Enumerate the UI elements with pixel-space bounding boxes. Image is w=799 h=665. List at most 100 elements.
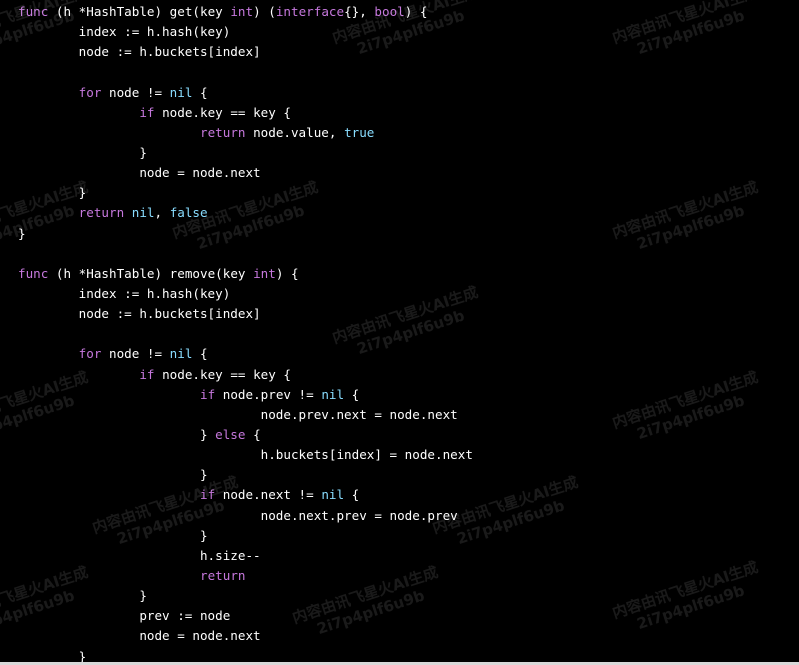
code-line: for node != nil { <box>18 83 473 103</box>
code-token-plain: (h *HashTable) remove(key <box>48 265 254 281</box>
code-token-plain: node.prev != <box>215 386 322 402</box>
code-token-plain: node != <box>101 346 170 362</box>
code-line: node.prev.next = node.next <box>18 405 473 425</box>
watermark-line-1: 内容由讯飞星火AI生成 <box>610 177 761 243</box>
code-token-plain: h.size-- <box>18 547 261 563</box>
watermark-stamp: 内容由讯飞星火AI生成 2i7p4plf6u9b <box>610 0 766 64</box>
code-line: func (h *HashTable) get(key int) (interf… <box>18 2 473 22</box>
code-token-plain: node := h.buckets[index] <box>18 44 261 60</box>
code-token-const: nil <box>169 84 193 100</box>
code-token-kw: return <box>78 205 125 221</box>
code-token-const: nil <box>321 386 345 402</box>
code-line: index := h.hash(key) <box>18 284 473 304</box>
code-line: } <box>18 586 473 606</box>
code-line: } <box>18 465 473 485</box>
watermark-stamp: 内容由讯飞星火AI生成 2i7p4plf6u9b <box>610 368 766 449</box>
code-token-plain: } <box>18 225 26 241</box>
code-token-type: int <box>230 4 254 19</box>
code-line: return nil, false <box>18 203 473 223</box>
code-token-plain: h.buckets[index] = node.next <box>18 447 473 463</box>
code-token-plain: ) { <box>275 265 299 281</box>
code-token-plain: { <box>245 426 261 442</box>
code-token-kw: func <box>18 4 49 19</box>
code-token-plain: } <box>18 185 87 201</box>
code-line: } <box>18 224 473 244</box>
code-token-kw: func <box>18 265 49 281</box>
watermark-line-1: 内容由讯飞星火AI生成 <box>610 557 761 623</box>
code-token-plain: node.value, <box>245 124 345 140</box>
code-token-type: bool <box>374 4 405 19</box>
code-token-type: interface <box>275 4 345 19</box>
watermark-line-2: 2i7p4plf6u9b <box>634 201 747 254</box>
code-token-plain: (h *HashTable) get(key <box>48 4 231 19</box>
code-line: prev := node <box>18 606 473 626</box>
code-token-plain: { <box>192 84 208 100</box>
code-token-plain: node = node.next <box>18 628 261 644</box>
watermark-line-2: 2i7p4plf6u9b <box>634 391 747 444</box>
code-token-plain: } <box>18 588 147 604</box>
code-token-plain: node.key == key { <box>154 366 291 382</box>
code-line: h.buckets[index] = node.next <box>18 445 473 465</box>
code-token-plain: index := h.hash(key) <box>18 285 231 301</box>
code-line: index := h.hash(key) <box>18 22 473 42</box>
code-token-plain: node.next != <box>215 487 322 503</box>
watermark-stamp: 内容由讯飞星火AI生成 2i7p4plf6u9b <box>610 558 766 639</box>
watermark-stamp: 内容由讯飞星火AI生成 2i7p4plf6u9b <box>610 178 766 259</box>
code-token-plain: } <box>18 144 147 160</box>
code-token-plain: node := h.buckets[index] <box>18 306 261 322</box>
code-line: node.next.prev = node.prev <box>18 506 473 526</box>
code-token-plain: , <box>154 205 170 221</box>
code-token-kw: if <box>139 104 155 120</box>
code-token-plain: {}, <box>344 4 375 19</box>
code-line: return node.value, true <box>18 123 473 143</box>
code-block: func (h *HashTable) get(key int) (interf… <box>18 2 473 665</box>
code-line: } <box>18 526 473 546</box>
code-line: node := h.buckets[index] <box>18 304 473 324</box>
code-line: if node.prev != nil { <box>18 385 473 405</box>
code-token-kw: return <box>199 124 246 140</box>
watermark-line-2: 2i7p4plf6u9b <box>634 6 747 59</box>
code-line: node = node.next <box>18 163 473 183</box>
code-line: if node.key == key { <box>18 365 473 385</box>
code-token-plain: node = node.next <box>18 165 261 181</box>
code-token-kw: else <box>215 426 246 442</box>
code-token-kw: return <box>199 567 246 583</box>
code-token-plain: prev := node <box>18 608 231 624</box>
code-token-kw: if <box>199 487 216 503</box>
code-token-kw: for <box>78 84 102 100</box>
code-line: } <box>18 183 473 203</box>
code-token-plain: node.next.prev = node.prev <box>18 507 458 523</box>
code-token-plain: { <box>344 487 360 503</box>
code-token-plain: } <box>18 467 208 483</box>
code-line: func (h *HashTable) remove(key int) { <box>18 264 473 284</box>
code-line: h.size-- <box>18 546 473 566</box>
code-token-type: int <box>253 265 276 281</box>
code-token-plain: { <box>192 346 208 362</box>
code-token-const: nil <box>131 205 155 221</box>
code-line: if node.next != nil { <box>18 485 473 505</box>
code-line: } else { <box>18 425 473 445</box>
code-token-const: nil <box>169 346 193 362</box>
code-editor-panel[interactable]: func (h *HashTable) get(key int) (interf… <box>0 0 799 665</box>
watermark-line-1: 内容由讯飞星火AI生成 <box>610 367 761 433</box>
code-token-const: true <box>344 124 375 140</box>
code-token-plain: node.key == key { <box>154 104 291 120</box>
code-token-plain: } <box>18 426 216 442</box>
code-token-plain: node != <box>101 84 170 100</box>
code-line: node = node.next <box>18 626 473 646</box>
code-token-const: false <box>169 205 208 221</box>
code-line: node := h.buckets[index] <box>18 42 473 62</box>
